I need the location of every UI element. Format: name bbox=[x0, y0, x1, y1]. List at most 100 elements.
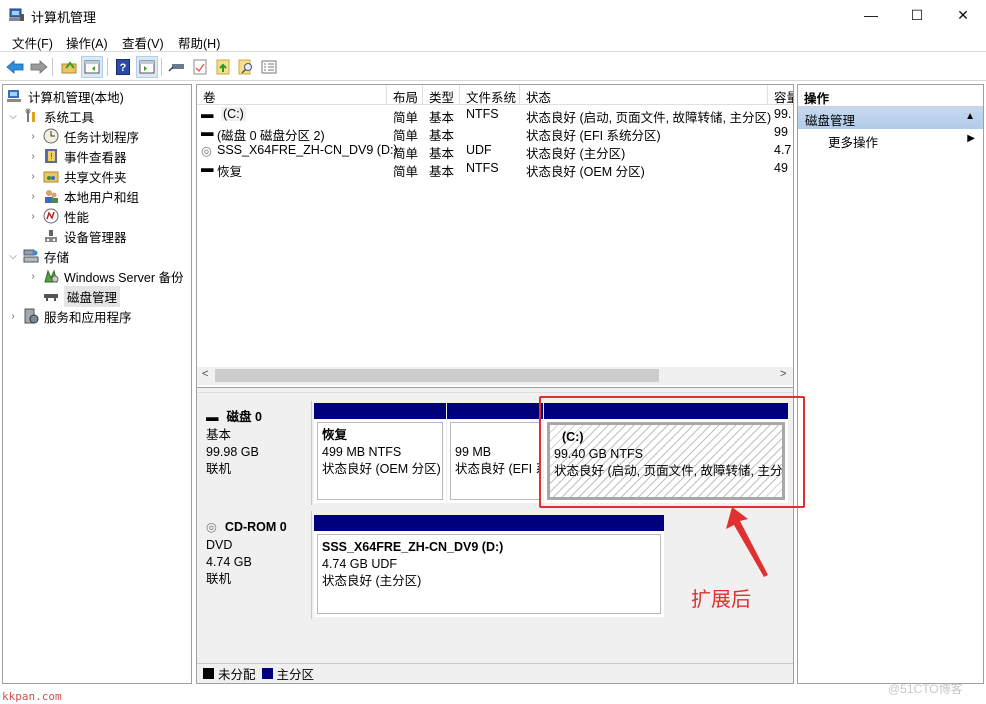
tree-item-shared-folders[interactable]: › 共享文件夹 bbox=[27, 166, 126, 186]
volume-filesystem: NTFS bbox=[466, 161, 499, 175]
partition-size: 499 MB NTFS bbox=[322, 445, 402, 459]
close-button[interactable]: ✕ bbox=[940, 0, 986, 30]
column-header-type[interactable]: 类型 bbox=[423, 85, 460, 105]
volume-capacity: 99. bbox=[774, 107, 792, 121]
chevron-right-icon[interactable]: › bbox=[27, 191, 39, 202]
tree-label: 计算机管理(本地) bbox=[28, 90, 124, 105]
disk-type: 基本 bbox=[206, 428, 232, 442]
window-title: 计算机管理 bbox=[31, 10, 97, 25]
clock-icon bbox=[43, 128, 59, 144]
svg-text:?: ? bbox=[120, 62, 127, 74]
device-manager-icon bbox=[45, 230, 57, 242]
column-header-status[interactable]: 状态 bbox=[520, 85, 768, 105]
actions-section-disk-management[interactable]: 磁盘管理 ▲ bbox=[798, 107, 983, 129]
shared-folder-icon bbox=[43, 171, 59, 183]
annotation-arrow-icon bbox=[726, 507, 768, 577]
tree-item-system-tools[interactable]: ⌵ 系统工具 bbox=[7, 106, 94, 126]
minimize-button[interactable]: — bbox=[848, 0, 894, 30]
menu-action[interactable]: 操作(A) bbox=[66, 33, 108, 52]
disk-name: CD-ROM 0 bbox=[224, 520, 287, 534]
toolbar-separator bbox=[52, 58, 53, 76]
volume-type: 基本 bbox=[429, 165, 455, 179]
performance-icon bbox=[43, 208, 59, 224]
tree-item-root[interactable]: 计算机管理(本地) bbox=[7, 86, 124, 106]
partition-recovery[interactable]: 恢复 499 MB NTFS 状态良好 (OEM 分区) bbox=[314, 403, 446, 503]
partition-efi[interactable]: 99 MB 状态良好 (EFI 系统分区) bbox=[447, 403, 543, 503]
disk-0-label[interactable]: ▬ 磁盘 0 基本 99.98 GB 联机 bbox=[198, 401, 312, 505]
tree-label: 本地用户和组 bbox=[64, 190, 140, 205]
tree-item-services-apps[interactable]: › 服务和应用程序 bbox=[7, 306, 132, 326]
column-header-capacity[interactable]: 容量 bbox=[768, 85, 793, 105]
chevron-right-icon[interactable]: › bbox=[27, 171, 39, 182]
menu-file[interactable]: 文件(F) bbox=[12, 33, 53, 52]
table-row[interactable]: ▬ (磁盘 0 磁盘分区 2) 简单 基本 状态良好 (EFI 系统分区) 99 bbox=[197, 124, 793, 143]
table-row[interactable]: ▬ 恢复 简单 基本 NTFS 状态良好 (OEM 分区) 49 bbox=[197, 160, 793, 179]
chevron-right-icon[interactable]: › bbox=[27, 271, 39, 282]
partition-d[interactable]: SSS_X64FRE_ZH-CN_DV9 (D:) 4.74 GB UDF 状态… bbox=[314, 515, 664, 617]
tree-item-disk-management[interactable]: 磁盘管理 bbox=[43, 285, 121, 307]
menu-help[interactable]: 帮助(H) bbox=[178, 33, 220, 52]
chevron-down-icon[interactable]: ⌵ bbox=[7, 111, 19, 122]
tree-label: 事件查看器 bbox=[64, 150, 127, 165]
tree-item-event-viewer[interactable]: › ! 事件查看器 bbox=[27, 146, 127, 166]
chevron-right-icon[interactable]: › bbox=[27, 131, 39, 142]
scroll-right-button[interactable]: > bbox=[780, 368, 786, 380]
connect-icon[interactable] bbox=[166, 56, 188, 78]
back-arrow-icon[interactable] bbox=[4, 56, 26, 78]
services-icon bbox=[24, 308, 39, 324]
disk-state: 联机 bbox=[206, 572, 232, 586]
maximize-button[interactable]: ☐ bbox=[894, 0, 940, 30]
actions-pane: 操作 磁盘管理 ▲ 更多操作 ▶ bbox=[797, 84, 984, 684]
console-tree-toggle-icon[interactable] bbox=[81, 56, 103, 78]
annotation-text: 扩展后 bbox=[691, 589, 751, 611]
primary-partition-band bbox=[314, 515, 664, 531]
primary-partition-band bbox=[314, 403, 446, 419]
tree-item-task-scheduler[interactable]: › 任务计划程序 bbox=[27, 126, 139, 146]
chevron-down-icon[interactable]: ⌵ bbox=[7, 251, 19, 262]
watermark-right: @51CTO博客 bbox=[888, 682, 963, 696]
scrollbar-thumb[interactable] bbox=[215, 369, 659, 382]
column-header-layout[interactable]: 布局 bbox=[387, 85, 423, 105]
disk-type: DVD bbox=[206, 538, 233, 552]
computer-management-icon bbox=[9, 8, 24, 21]
console-tree: 计算机管理(本地) ⌵ 系统工具 › 任务计划程序 › ! 事件查看器 › 共享… bbox=[2, 84, 192, 684]
help-icon[interactable]: ? bbox=[112, 56, 134, 78]
partition-size: 4.74 GB UDF bbox=[322, 557, 398, 571]
partition-status: 状态良好 (主分区) bbox=[322, 574, 422, 588]
column-header-volume[interactable]: 卷 bbox=[197, 85, 387, 105]
cdrom-0-label[interactable]: ◎ CD-ROM 0 DVD 4.74 GB 联机 bbox=[198, 511, 312, 619]
search-icon[interactable] bbox=[235, 56, 257, 78]
properties-check-icon[interactable] bbox=[189, 56, 211, 78]
tree-item-windows-server-backup[interactable]: › Windows Server 备份 bbox=[27, 266, 183, 286]
volume-capacity: 49 bbox=[774, 161, 788, 175]
tree-item-storage[interactable]: ⌵ 存储 bbox=[7, 246, 69, 266]
forward-arrow-icon[interactable] bbox=[28, 56, 50, 78]
chevron-right-icon[interactable]: › bbox=[7, 311, 19, 322]
export-list-icon[interactable] bbox=[212, 56, 234, 78]
column-header-filesystem[interactable]: 文件系统 bbox=[460, 85, 520, 105]
horizontal-scrollbar[interactable]: < > bbox=[197, 367, 793, 385]
more-actions-item[interactable]: 更多操作 ▶ bbox=[798, 129, 983, 151]
chevron-right-icon[interactable]: › bbox=[27, 151, 39, 162]
volume-status: 状态良好 (OEM 分区) bbox=[526, 165, 645, 179]
cd-drive-icon: ◎ bbox=[206, 520, 217, 534]
scroll-left-button[interactable]: < bbox=[202, 368, 208, 380]
action-pane-toggle-icon[interactable] bbox=[136, 56, 158, 78]
table-row[interactable]: ▬ (C:) 简单 基本 NTFS 状态良好 (启动, 页面文件, 故障转储, … bbox=[197, 106, 793, 125]
watermark-left: kkpan.com bbox=[2, 690, 62, 703]
collapse-up-icon[interactable]: ▲ bbox=[965, 111, 975, 122]
chevron-right-icon[interactable]: › bbox=[27, 211, 39, 222]
unallocated-swatch bbox=[203, 668, 214, 679]
tree-item-local-users[interactable]: › 本地用户和组 bbox=[27, 186, 139, 206]
tree-item-performance[interactable]: › 性能 bbox=[27, 206, 89, 226]
menu-view[interactable]: 查看(V) bbox=[122, 33, 164, 52]
table-row[interactable]: ◎ SSS_X64FRE_ZH-CN_DV9 (D:) 简单 基本 UDF 状态… bbox=[197, 142, 793, 161]
tree-label: 存储 bbox=[44, 250, 70, 265]
disk-size: 4.74 GB bbox=[206, 555, 252, 569]
up-folder-icon[interactable] bbox=[58, 56, 80, 78]
tree-item-device-manager[interactable]: 设备管理器 bbox=[43, 226, 127, 246]
list-view-icon[interactable] bbox=[258, 56, 280, 78]
disk-management-icon bbox=[44, 294, 58, 301]
tree-label: 服务和应用程序 bbox=[44, 310, 132, 325]
tree-label: 磁盘管理 bbox=[64, 285, 121, 307]
